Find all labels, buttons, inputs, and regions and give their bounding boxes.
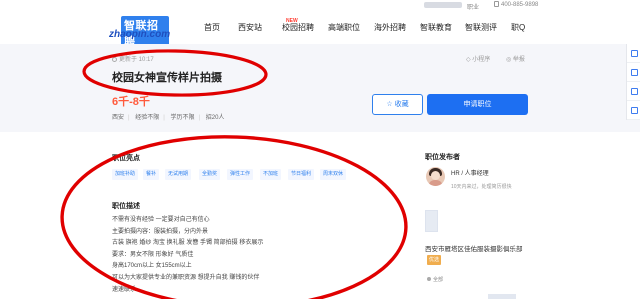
chat-icon (630, 68, 638, 76)
mini-program-link[interactable]: ◇ 小程序 (466, 54, 490, 63)
toolbar-qr-button[interactable] (627, 44, 640, 63)
toolbar-feedback-button[interactable] (627, 82, 640, 101)
nav-overseas[interactable]: 海外招聘 (374, 22, 406, 33)
qr-icon (630, 49, 638, 57)
job-description: 不需有没有经验 一定要对自己有信心 主要拍摄内容：服装拍摄，分内外景 古装 旗袍… (112, 215, 352, 296)
mini-program-label: 小程序 (472, 57, 491, 63)
nav-assessment[interactable]: 智联测评 (465, 22, 497, 33)
nav-zhiq[interactable]: 职Q (511, 22, 525, 33)
req-experience: 经验不限 (135, 115, 160, 121)
hotline-number: 400-885-9898 (501, 2, 539, 8)
back-to-top-icon (630, 106, 638, 114)
highlight-tag: 周末双休 (320, 169, 347, 180)
company-size-text: 全部 (433, 277, 444, 283)
company-name-text: 西安市雁塔区佳佑服装摄影俱乐部 (425, 246, 523, 253)
favorite-button[interactable]: ☆ 收藏 (372, 94, 423, 115)
publisher-name: HR / 人事经理 (451, 171, 489, 177)
updated-time: 更新于 10:17 (112, 54, 154, 63)
updated-text: 更新于 10:17 (119, 57, 154, 63)
company-size: 全部 (427, 276, 443, 283)
floating-toolbar (626, 44, 640, 120)
main-nav: 首页 西安站 NEW 校园招聘 高端职位 海外招聘 智联教育 智联测评 职Q (0, 18, 640, 36)
utility-bar: 职业 400-885-9898 (0, 0, 640, 12)
salary: 6千-8千 (112, 96, 150, 108)
people-icon (427, 277, 431, 281)
publisher-heading: 职位发布者 (425, 154, 460, 161)
feedback-icon (630, 87, 638, 95)
history-link[interactable]: 职业 (467, 2, 479, 11)
highlight-tag: 无试用期 (165, 169, 192, 180)
job-title: 校园女神宣传样片拍摄 (112, 72, 222, 84)
description-line: 要求：男女不限 形象好 气质佳 (112, 251, 194, 258)
req-education: 学历不限 (170, 115, 195, 121)
report-label: 举报 (512, 57, 525, 63)
phone-icon (494, 1, 499, 7)
description-line: 古装 旗袍 婚纱 淘宝 换礼服 发簪 手镯 简部拍摄 移衣展示 (112, 240, 264, 247)
req-city: 西安 (112, 115, 125, 121)
company-badge: 优选 (427, 255, 442, 265)
clock-icon (112, 57, 117, 62)
report-link[interactable]: ◎ 举报 (506, 54, 525, 63)
description-line: 速速联系 (112, 286, 137, 293)
highlight-tag: 全勤奖 (199, 169, 221, 180)
site-header: 智联招聘 zhaopin.com 首页 西安站 NEW 校园招聘 高端职位 海外… (0, 12, 640, 50)
highlight-tags: 加班补助 餐补 无试用期 全勤奖 弹性工作 不加班 节日福利 周末双休 (112, 169, 352, 181)
highlight-tag: 加班补助 (112, 169, 139, 180)
job-summary: 更新于 10:17 校园女神宣传样片拍摄 6千-8千 西安 | 经验不限 | 学历不… (0, 44, 640, 132)
job-requirements: 西安 | 经验不限 | 学历不限 | 招20人 (112, 115, 225, 121)
description-line: 身高170cm以上 女155cm以上 (112, 263, 192, 270)
description-heading: 职位描述 (112, 203, 140, 210)
company-footer-placeholder (488, 294, 516, 299)
nav-education[interactable]: 智联教育 (420, 22, 452, 33)
nav-home[interactable]: 首页 (204, 22, 220, 33)
req-headcount: 招20人 (205, 115, 225, 121)
toolbar-chat-button[interactable] (627, 63, 640, 82)
highlight-tag: 弹性工作 (227, 169, 254, 180)
star-icon: ☆ (386, 101, 393, 108)
highlights-heading: 职位亮点 (112, 155, 140, 162)
company-name[interactable]: 西安市雁塔区佳佑服装摄影俱乐部优选 (425, 245, 535, 266)
apply-button[interactable]: 申请职位 (427, 94, 528, 115)
description-line: 可以为大家提供专业的兼职资源 想提升自我 赚钱的伙伴 (112, 274, 260, 281)
user-placeholder[interactable] (424, 2, 462, 8)
publisher-activity: 10天内来过，处理简历很快 (451, 184, 512, 190)
highlight-tag: 不加班 (260, 169, 282, 180)
highlight-tag: 节日福利 (288, 169, 315, 180)
toolbar-top-button[interactable] (627, 101, 640, 120)
highlight-tag: 餐补 (143, 169, 160, 180)
avatar[interactable] (426, 167, 445, 186)
hotline: 400-885-9898 (494, 1, 538, 8)
nav-campus[interactable]: 校园招聘 (282, 22, 314, 33)
description-line: 主要拍摄内容：服装拍摄，分内外景 (112, 228, 209, 235)
nav-senior[interactable]: 高端职位 (328, 22, 360, 33)
description-line: 不需有没有经验 一定要对自己有信心 (112, 217, 210, 223)
company-logo[interactable] (425, 210, 438, 232)
favorite-label: 收藏 (394, 101, 409, 108)
nav-xian-station[interactable]: 西安站 (238, 22, 262, 33)
